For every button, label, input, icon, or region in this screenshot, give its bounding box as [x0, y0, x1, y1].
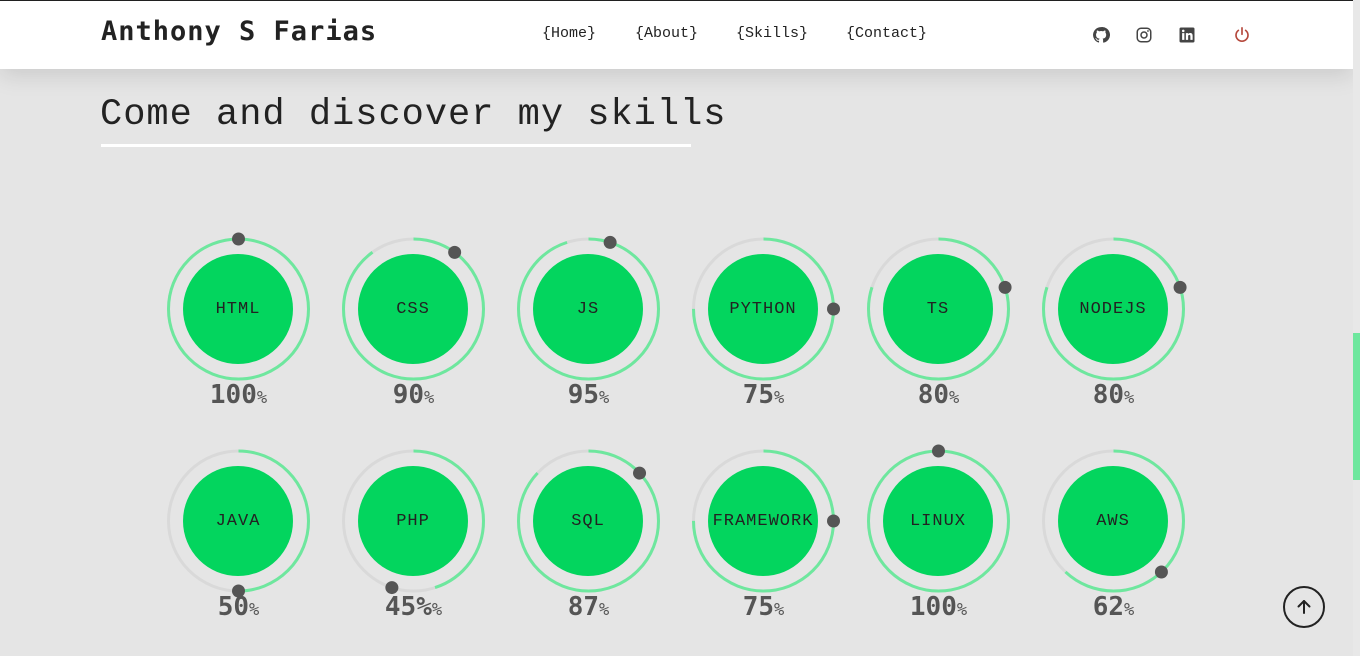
- skill-core: JAVA: [183, 466, 293, 576]
- skill-percent-value: 100: [209, 380, 257, 410]
- skill-percent: 100%: [851, 592, 1026, 622]
- percent-symbol: %: [431, 600, 443, 620]
- skill-ring-knob: [1154, 565, 1168, 579]
- skill-percent: 62%: [1026, 592, 1201, 622]
- skill-gauge-sql: SQL 87%: [501, 446, 676, 646]
- skill-percent-value: 100: [909, 592, 957, 622]
- skill-percent: 100%: [151, 380, 326, 410]
- scrollbar-thumb[interactable]: [1353, 333, 1360, 480]
- skill-percent: 80%: [1026, 380, 1201, 410]
- skill-ring-knob: [827, 302, 840, 316]
- github-icon[interactable]: [1092, 26, 1110, 44]
- nav-contact[interactable]: {Contact}: [846, 25, 927, 42]
- percent-symbol: %: [1124, 600, 1135, 620]
- power-icon[interactable]: [1233, 26, 1251, 44]
- skill-percent: 90%: [326, 380, 501, 410]
- nav-skills[interactable]: {Skills}: [736, 25, 808, 42]
- skill-label: PHP: [396, 511, 430, 531]
- skill-percent-value: 90: [392, 380, 425, 410]
- skill-percent-value: 75: [742, 592, 775, 622]
- skill-percent-value: 87: [567, 592, 600, 622]
- skill-ring-knob: [998, 280, 1012, 294]
- skill-core: SQL: [533, 466, 643, 576]
- instagram-icon[interactable]: [1135, 26, 1153, 44]
- skill-percent-value: 80: [1092, 380, 1125, 410]
- skill-gauge-linux: LINUX 100%: [851, 444, 1026, 646]
- skill-gauge-java: JAVA 50%: [151, 446, 326, 646]
- skill-ring-knob: [1173, 280, 1187, 294]
- percent-symbol: %: [599, 600, 610, 620]
- skill-gauge-css: CSS 90%: [326, 234, 501, 434]
- site-header: Anthony S Farias {Home} {About} {Skills}…: [0, 1, 1353, 69]
- skill-ring-knob: [932, 444, 945, 458]
- percent-symbol: %: [774, 388, 785, 408]
- skill-label: AWS: [1096, 511, 1130, 531]
- skill-label: JAVA: [215, 511, 261, 531]
- skill-percent-value: 95: [567, 380, 600, 410]
- skill-core: JS: [533, 254, 643, 364]
- section-title: Come and discover my skills: [100, 94, 727, 136]
- skill-percent: 80%: [851, 380, 1026, 410]
- skill-percent: 45%%: [326, 592, 501, 622]
- skill-ring-knob: [603, 235, 617, 249]
- skill-percent-value: 75: [742, 380, 775, 410]
- skill-percent-value: 50: [217, 592, 250, 622]
- skill-ring-knob: [232, 232, 245, 246]
- percent-symbol: %: [774, 600, 785, 620]
- skill-label: JS: [576, 299, 600, 319]
- skill-label: SQL: [571, 511, 605, 531]
- percent-symbol: %: [249, 600, 260, 620]
- skill-label: HTML: [215, 299, 261, 319]
- skill-percent-value: 45%: [384, 592, 432, 622]
- arrow-up-icon: [1297, 600, 1311, 614]
- skill-label: FRAMEWORK: [712, 511, 814, 531]
- skill-percent: 75%: [676, 380, 851, 410]
- skill-core: CSS: [358, 254, 468, 364]
- nav-about[interactable]: {About}: [635, 25, 698, 42]
- skill-ring-knob: [633, 466, 647, 480]
- skill-gauge-framework: FRAMEWORK 75%: [676, 446, 851, 646]
- percent-symbol: %: [956, 600, 968, 620]
- percent-symbol: %: [949, 388, 960, 408]
- percent-symbol: %: [424, 388, 435, 408]
- skill-label: PYTHON: [729, 299, 797, 319]
- skill-label: LINUX: [909, 511, 966, 531]
- skill-core: TS: [883, 254, 993, 364]
- skill-gauge-html: HTML 100%: [151, 232, 326, 434]
- skill-gauge-nodejs: NODEJS 80%: [1026, 234, 1201, 434]
- skill-core: AWS: [1058, 466, 1168, 576]
- skill-core: LINUX: [883, 466, 993, 576]
- skill-label: CSS: [396, 299, 430, 319]
- skill-gauge-aws: AWS 62%: [1026, 446, 1201, 646]
- skill-core: HTML: [183, 254, 293, 364]
- percent-symbol: %: [599, 388, 610, 408]
- page-scrollbar[interactable]: [1353, 0, 1360, 656]
- skill-percent: 50%: [151, 592, 326, 622]
- back-to-top-button[interactable]: [1283, 586, 1325, 628]
- skill-label: TS: [926, 299, 950, 319]
- skill-gauge-js: JS 95%: [501, 234, 676, 434]
- skill-gauge-ts: TS 80%: [851, 234, 1026, 434]
- title-underline: [101, 144, 691, 147]
- skill-core: PHP: [358, 466, 468, 576]
- percent-symbol: %: [1124, 388, 1135, 408]
- skill-gauge-php: PHP 45%%: [326, 446, 501, 646]
- skill-percent: 95%: [501, 380, 676, 410]
- skill-label: NODEJS: [1079, 299, 1147, 319]
- skill-core: PYTHON: [708, 254, 818, 364]
- skill-core: NODEJS: [1058, 254, 1168, 364]
- skill-percent-value: 80: [917, 380, 950, 410]
- linkedin-icon[interactable]: [1178, 26, 1196, 44]
- skill-percent-value: 62: [1092, 592, 1125, 622]
- skill-ring-knob: [448, 245, 462, 259]
- skill-gauge-python: PYTHON 75%: [676, 234, 851, 434]
- skill-percent: 87%: [501, 592, 676, 622]
- nav-home[interactable]: {Home}: [542, 25, 596, 42]
- skill-core: FRAMEWORK: [708, 466, 818, 576]
- skill-ring-knob: [827, 514, 840, 528]
- brand-name[interactable]: Anthony S Farias: [101, 16, 377, 47]
- skill-percent: 75%: [676, 592, 851, 622]
- percent-symbol: %: [256, 388, 268, 408]
